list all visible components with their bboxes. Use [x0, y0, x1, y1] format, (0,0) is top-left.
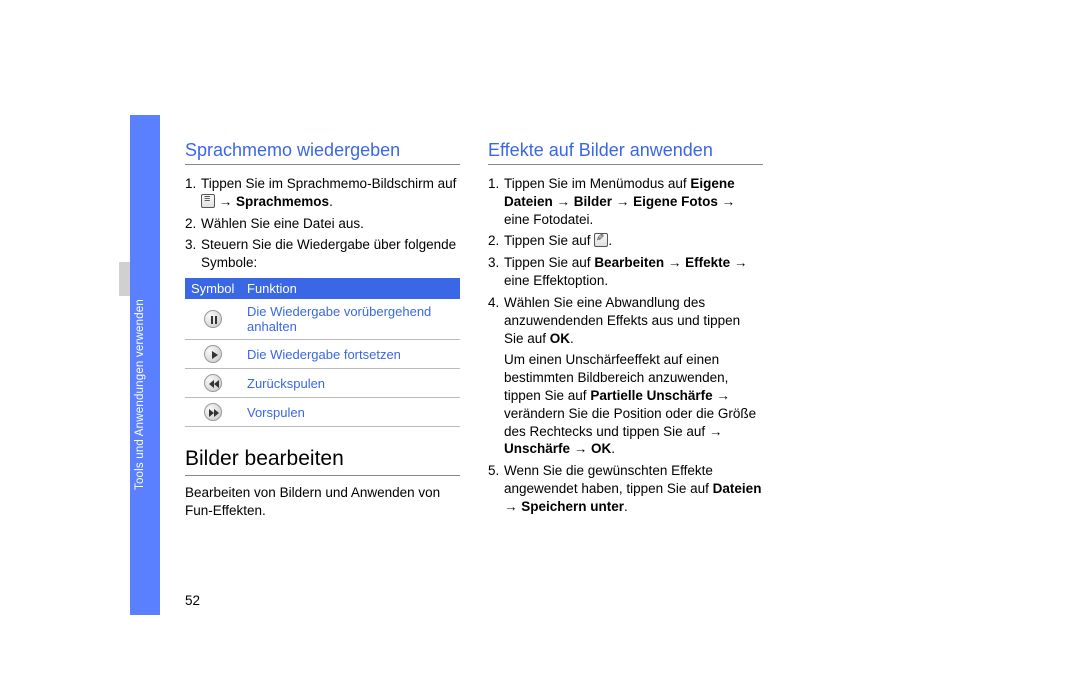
page-number: 52 — [185, 593, 200, 608]
symbol-function-table: Symbol Funktion Die Wiedergabe vorüberge… — [185, 278, 460, 427]
pause-icon — [204, 310, 222, 328]
step-number: 1. — [185, 175, 196, 193]
function-cell: Zurückspulen — [241, 369, 460, 398]
voicememo-steps: 1. Tippen Sie im Sprachmemo-Bildschirm a… — [185, 175, 460, 272]
list-item: 4. Wählen Sie eine Abwandlung des anzuwen… — [488, 294, 763, 458]
rew-icon — [204, 374, 222, 392]
step-body: Tippen Sie auf . — [504, 233, 612, 248]
fwd-icon — [204, 403, 222, 421]
play-icon — [204, 345, 222, 363]
table-row: Die Wiedergabe fortsetzen — [185, 340, 460, 369]
edit-icon — [594, 233, 608, 247]
col-symbol: Symbol — [185, 278, 241, 299]
function-cell: Die Wiedergabe vorübergehend anhalten — [241, 299, 460, 340]
step-number: 3. — [488, 254, 499, 272]
step-body: Tippen Sie im Menümodus auf Eigene Datei… — [504, 176, 735, 227]
step-number: 4. — [488, 294, 499, 312]
step-number: 3. — [185, 236, 196, 254]
step-2: 2. Wählen Sie eine Datei aus. — [185, 215, 460, 233]
heading-text: Sprachmemo wiedergeben — [185, 140, 400, 160]
list-item: 2. Tippen Sie auf . — [488, 232, 763, 250]
list-item: 3. Tippen Sie auf Bearbeiten → Effekte → … — [488, 254, 763, 290]
table-row: Die Wiedergabe vorübergehend anhalten — [185, 299, 460, 340]
step-number: 2. — [185, 215, 196, 233]
effekte-steps: 1. Tippen Sie im Menümodus auf Eigene Dat… — [488, 175, 763, 516]
bold-sprachmemos: Sprachmemos — [236, 194, 329, 209]
left-column: Sprachmemo wiedergeben 1. Tippen Sie im … — [185, 140, 460, 524]
heading-effekte: Effekte auf Bilder anwenden — [488, 140, 763, 165]
step-body: Wählen Sie eine Abwandlung des anzuwende… — [504, 295, 740, 346]
step-1: 1. Tippen Sie im Sprachmemo-Bildschirm a… — [185, 175, 460, 211]
list-item: 5. Wenn Sie die gewünschten Effekte angew… — [488, 462, 763, 515]
step-number: 5. — [488, 462, 499, 480]
menu-icon — [201, 194, 215, 208]
sidebar-label: Tools und Anwendungen verwenden — [134, 299, 146, 490]
step-body: Tippen Sie auf Bearbeiten → Effekte → ei… — [504, 255, 747, 288]
symbol-cell — [185, 299, 241, 340]
step-number: 2. — [488, 232, 499, 250]
step-body: Wenn Sie die gewünschten Effekte angewen… — [504, 463, 761, 514]
heading-voicememo-play: Sprachmemo wiedergeben — [185, 140, 460, 165]
symbol-cell — [185, 340, 241, 369]
heading-text: Effekte auf Bilder anwenden — [488, 140, 713, 160]
heading-bilder-bearbeiten: Bilder bearbeiten — [185, 447, 460, 471]
step-number: 1. — [488, 175, 499, 193]
col-funktion: Funktion — [241, 278, 460, 299]
symbol-cell — [185, 398, 241, 427]
step-text: Wählen Sie eine Datei aus. — [201, 216, 364, 231]
function-cell: Die Wiedergabe fortsetzen — [241, 340, 460, 369]
function-cell: Vorspulen — [241, 398, 460, 427]
right-column: Effekte auf Bilder anwenden 1. Tippen Sie… — [488, 140, 763, 520]
step-text: Tippen Sie im Sprachmemo-Bildschirm auf — [201, 176, 456, 191]
symbol-cell — [185, 369, 241, 398]
step-text: Steuern Sie die Wiedergabe über folgende… — [201, 237, 456, 270]
arrow: → — [215, 194, 236, 209]
table-row: Vorspulen — [185, 398, 460, 427]
table-row: Zurückspulen — [185, 369, 460, 398]
sidebar-thumb-tab — [119, 262, 130, 296]
list-item: 1. Tippen Sie im Menümodus auf Eigene Dat… — [488, 175, 763, 228]
step-extra: Um einen Unschärfeeffekt auf einen besti… — [504, 351, 763, 458]
step-3: 3. Steuern Sie die Wiedergabe über folge… — [185, 236, 460, 272]
intro-bilder: Bearbeiten von Bildern und Anwenden von … — [185, 484, 460, 520]
